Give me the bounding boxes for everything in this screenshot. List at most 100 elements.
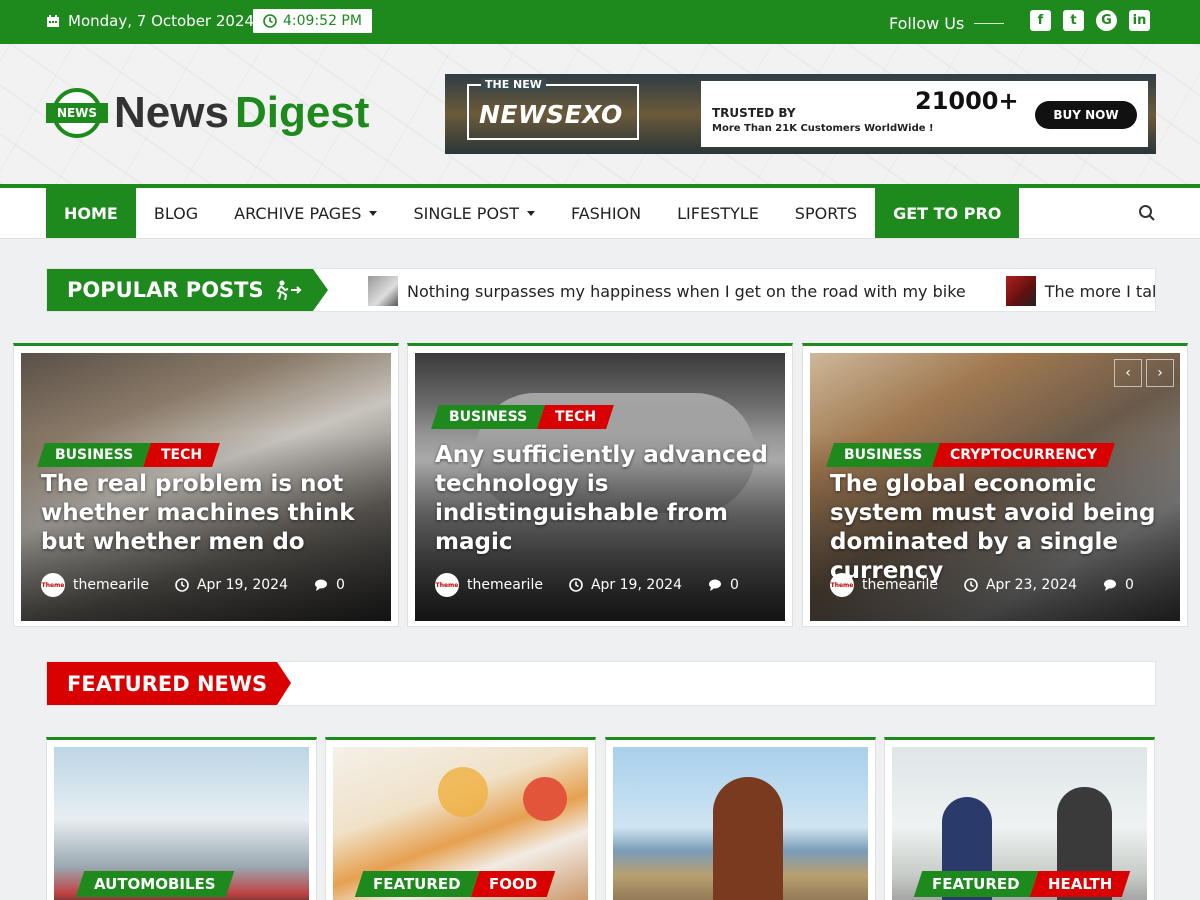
nav-item-archive-pages[interactable]: ARCHIVE PAGES bbox=[216, 188, 395, 238]
featured-news-label: FEATURED NEWS bbox=[47, 662, 291, 705]
time-display: 4:09:52 PM bbox=[253, 9, 372, 33]
post-card[interactable]: ‹ › BUSINESS CRYPTOCURRENCY The global e… bbox=[802, 343, 1188, 627]
tag-featured[interactable]: FEATURED bbox=[913, 871, 1038, 897]
comment-count[interactable]: 0 bbox=[336, 577, 345, 593]
calendar-icon bbox=[47, 15, 59, 27]
ticker-item[interactable]: Nothing surpasses my happiness when I ge… bbox=[368, 276, 966, 306]
date-text: Monday, 7 October 2024 bbox=[68, 12, 255, 30]
chevron-down-icon bbox=[526, 210, 535, 216]
ad-small-text: THE NEW bbox=[481, 78, 546, 91]
featured-image: FEATURED HEALTH bbox=[892, 747, 1147, 900]
ticker-item[interactable]: The more I take bbox=[1005, 276, 1155, 306]
featured-news-header: FEATURED NEWS bbox=[46, 661, 1156, 706]
tag-featured[interactable]: FEATURED bbox=[354, 871, 479, 897]
tag-business[interactable]: BUSINESS bbox=[37, 443, 152, 467]
post-image: ‹ › BUSINESS CRYPTOCURRENCY The global e… bbox=[810, 353, 1180, 621]
clock-icon bbox=[175, 578, 189, 592]
time-text: 4:09:52 PM bbox=[283, 13, 362, 29]
ad-brand-box: THE NEW NEWSEXO bbox=[467, 78, 639, 140]
slider-controls: ‹ › bbox=[1114, 359, 1174, 387]
clock-icon bbox=[263, 14, 277, 28]
nav-item-sports[interactable]: SPORTS bbox=[777, 188, 875, 238]
featured-image: AUTOMOBILES bbox=[54, 747, 309, 900]
post-date[interactable]: Apr 19, 2024 bbox=[197, 577, 288, 593]
featured-card[interactable]: FEATURED FOOD bbox=[325, 737, 596, 900]
advertisement-banner[interactable]: THE NEW NEWSEXO TRUSTED BY More Than 21K… bbox=[445, 74, 1156, 154]
ticker-thumbnail bbox=[1005, 276, 1036, 306]
post-tags: BUSINESS CRYPTOCURRENCY bbox=[826, 443, 1116, 467]
nav-item-blog[interactable]: BLOG bbox=[136, 188, 216, 238]
comment-count[interactable]: 0 bbox=[730, 577, 739, 593]
chevron-right-icon[interactable]: › bbox=[1146, 359, 1174, 387]
nav-item-home[interactable]: HOME bbox=[46, 188, 136, 238]
popular-posts-ticker: POPULAR POSTS Nothing surpasses my happi… bbox=[46, 268, 1156, 312]
tag-business[interactable]: BUSINESS bbox=[431, 405, 546, 429]
featured-card[interactable] bbox=[605, 737, 876, 900]
nav-item-lifestyle[interactable]: LIFESTYLE bbox=[659, 188, 777, 238]
comment-count[interactable]: 0 bbox=[1125, 577, 1134, 593]
post-title[interactable]: The real problem is not whether machines… bbox=[41, 470, 381, 557]
author-name[interactable]: themearile bbox=[862, 577, 938, 593]
post-card[interactable]: BUSINESS TECH Any sufficiently advanced … bbox=[407, 343, 793, 627]
post-image: BUSINESS TECH Any sufficiently advanced … bbox=[415, 353, 785, 621]
comment-icon bbox=[314, 579, 327, 591]
google-plus-icon[interactable]: G bbox=[1096, 10, 1117, 31]
nav-item-fashion[interactable]: FASHION bbox=[553, 188, 659, 238]
tag-automobiles[interactable]: AUTOMOBILES bbox=[75, 871, 234, 897]
twitter-icon[interactable]: t bbox=[1063, 10, 1084, 31]
post-meta: Theme themearile Apr 19, 2024 0 bbox=[435, 573, 739, 597]
nav-item-get-to-pro[interactable]: GET TO PRO bbox=[875, 188, 1020, 238]
social-links: f t G in bbox=[1030, 10, 1150, 31]
date-display: Monday, 7 October 2024 bbox=[46, 12, 254, 30]
chevron-left-icon[interactable]: ‹ bbox=[1114, 359, 1142, 387]
site-logo[interactable]: NEWS News Digest bbox=[46, 88, 369, 138]
nav-item-single-post[interactable]: SINGLE POST bbox=[395, 188, 553, 238]
post-date[interactable]: Apr 23, 2024 bbox=[986, 577, 1077, 593]
post-meta: Theme themearile Apr 19, 2024 0 bbox=[41, 573, 345, 597]
search-icon[interactable] bbox=[1138, 204, 1156, 222]
globe-logo-icon: NEWS bbox=[46, 88, 108, 138]
post-title[interactable]: Any sufficiently advanced technology is … bbox=[435, 441, 775, 557]
featured-tags: FEATURED FOOD bbox=[354, 871, 556, 897]
site-header: NEWS News Digest THE NEW NEWSEXO TRUSTED… bbox=[0, 44, 1200, 184]
author-name[interactable]: themearile bbox=[73, 577, 149, 593]
popular-posts-label: POPULAR POSTS bbox=[47, 269, 328, 311]
featured-card[interactable]: AUTOMOBILES bbox=[46, 737, 317, 900]
linkedin-icon[interactable]: in bbox=[1129, 10, 1150, 31]
clock-icon bbox=[569, 578, 583, 592]
tag-health[interactable]: HEALTH bbox=[1029, 871, 1131, 897]
ad-brand-name: NEWSEXO bbox=[479, 100, 623, 129]
clock-icon bbox=[964, 578, 978, 592]
logo-text-news: News bbox=[114, 88, 229, 137]
featured-card[interactable]: FEATURED HEALTH bbox=[884, 737, 1155, 900]
ticker-thumbnail bbox=[368, 276, 398, 306]
buy-now-button[interactable]: BUY NOW bbox=[1035, 101, 1137, 129]
avatar: Theme bbox=[41, 573, 65, 597]
featured-image: FEATURED FOOD bbox=[333, 747, 588, 900]
follow-us: Follow Us bbox=[889, 14, 1005, 33]
post-title[interactable]: The global economic system must avoid be… bbox=[830, 470, 1170, 586]
avatar: Theme bbox=[830, 573, 854, 597]
tag-food[interactable]: FOOD bbox=[470, 871, 556, 897]
facebook-icon[interactable]: f bbox=[1030, 10, 1051, 31]
post-image: BUSINESS TECH The real problem is not wh… bbox=[21, 353, 391, 621]
tag-tech[interactable]: TECH bbox=[537, 405, 615, 429]
comment-icon bbox=[708, 579, 721, 591]
tag-business[interactable]: BUSINESS bbox=[826, 443, 941, 467]
running-man-icon bbox=[276, 280, 302, 300]
ad-trusted: TRUSTED BY bbox=[712, 106, 796, 120]
logo-text-digest: Digest bbox=[234, 88, 370, 137]
tag-tech[interactable]: TECH bbox=[143, 443, 221, 467]
tag-cryptocurrency[interactable]: CRYPTOCURRENCY bbox=[932, 443, 1116, 467]
ticker-items: Nothing surpasses my happiness when I ge… bbox=[368, 276, 1155, 306]
author-name[interactable]: themearile bbox=[467, 577, 543, 593]
ad-subtext: More Than 21K Customers WorldWide ! bbox=[712, 123, 934, 134]
ad-panel: TRUSTED BY More Than 21K Customers World… bbox=[701, 81, 1148, 147]
featured-image bbox=[613, 747, 868, 900]
post-date[interactable]: Apr 19, 2024 bbox=[591, 577, 682, 593]
follow-label: Follow Us bbox=[889, 14, 965, 33]
logo-badge: NEWS bbox=[46, 103, 108, 123]
ad-count: 21000+ bbox=[915, 87, 1019, 115]
comment-icon bbox=[1103, 579, 1116, 591]
post-card[interactable]: BUSINESS TECH The real problem is not wh… bbox=[13, 343, 399, 627]
